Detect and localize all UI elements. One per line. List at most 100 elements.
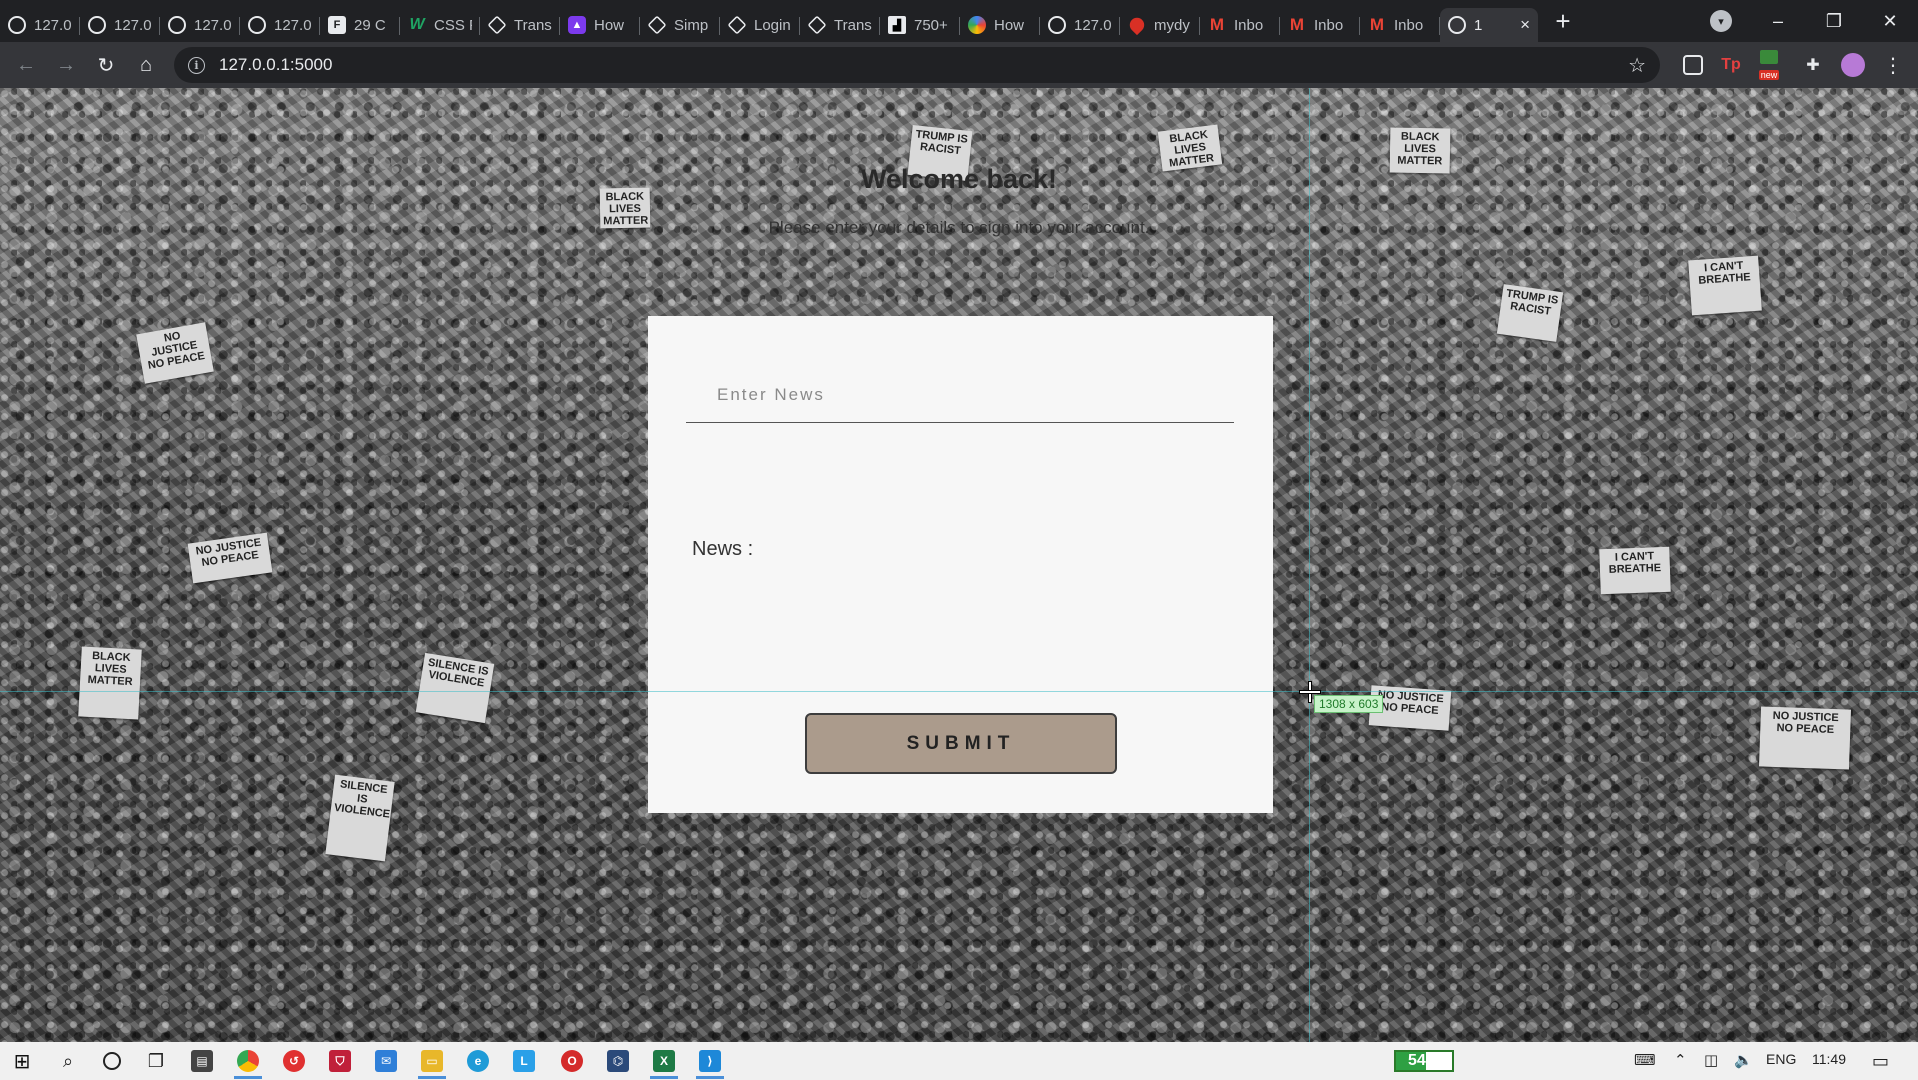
browser-tab[interactable]: Trans [480, 8, 560, 42]
devtools-guide-vertical [1309, 88, 1310, 1042]
shield-icon[interactable]: ⛉ [320, 1046, 360, 1076]
tab-label: 127.0 [194, 16, 232, 34]
devtools-size-badge: 1308 x 603 [1314, 695, 1384, 713]
protest-sign: NO JUSTICE NO PEACE [1758, 706, 1852, 770]
new-badge: new [1758, 70, 1780, 80]
tab-label: 29 C [354, 16, 386, 34]
tab-label: mydy [1154, 16, 1190, 34]
news-input[interactable] [686, 368, 1234, 423]
network-icon[interactable]: ◫ [1704, 1051, 1718, 1069]
browser-toolbar: ← → ↻ ⌂ i 127.0.0.1:5000 ☆ Tp new ✚ ⋮ [0, 42, 1918, 88]
tab-favicon-icon [88, 16, 106, 34]
devtools-guide-horizontal [0, 691, 1918, 692]
home-button[interactable]: ⌂ [126, 47, 166, 83]
mail-icon[interactable]: ✉ [366, 1046, 406, 1076]
tab-search-icon[interactable]: ▾ [1710, 10, 1732, 32]
tab-label: 1 [1474, 16, 1483, 34]
protest-sign: I CAN'T BREATHE [1688, 255, 1762, 316]
chevron-up-icon[interactable]: ⌃ [1674, 1051, 1687, 1069]
submit-button[interactable]: SUBMIT [805, 713, 1117, 774]
forward-button[interactable]: → [46, 47, 86, 83]
close-window-button[interactable]: ✕ [1862, 0, 1918, 42]
tab-favicon-icon: ▲ [568, 16, 586, 34]
tab-close-icon[interactable]: × [1520, 15, 1530, 35]
browser-tab[interactable]: How [960, 8, 1040, 42]
battery-percent: 54% [1407, 1052, 1441, 1069]
task-view-icon[interactable]: ❐ [136, 1046, 176, 1076]
extension-square-icon[interactable] [1680, 52, 1706, 78]
edge-icon[interactable]: e [458, 1046, 498, 1076]
browser-tab[interactable]: mydy [1120, 8, 1200, 42]
browser-tab[interactable]: Trans [800, 8, 880, 42]
browser-tab[interactable]: 1 × [1440, 8, 1538, 42]
tab-label: How [994, 16, 1025, 34]
file-explorer-icon[interactable]: ▭ [412, 1046, 452, 1079]
tab-favicon-icon [8, 16, 26, 34]
browser-tab[interactable]: Login [720, 8, 800, 42]
protest-sign: NO JUSTICE NO PEACE [136, 322, 214, 384]
reload-icon: ↻ [97, 54, 115, 77]
recorder-icon[interactable]: ↺ [274, 1046, 314, 1076]
browser-tab[interactable]: 127.0 [160, 8, 240, 42]
browser-tab[interactable]: ▲ How [560, 8, 640, 42]
tab-label: Login [754, 16, 791, 34]
tab-favicon-icon [168, 16, 186, 34]
tab-list: 127.0 127.0 127.0 127.0 F 29 C W CSS F Trans ▲ How… [0, 0, 1538, 42]
search-icon[interactable]: ⌕ [48, 1046, 88, 1076]
browser-tab[interactable]: M Inbo [1200, 8, 1280, 42]
terminal-icon[interactable]: ⌬ [598, 1046, 638, 1076]
battery-indicator[interactable]: 54% [1394, 1050, 1454, 1072]
arrow-left-icon: ← [16, 53, 36, 76]
bookmark-star-icon[interactable]: ☆ [1628, 53, 1646, 78]
reload-button[interactable]: ↻ [86, 47, 126, 83]
browser-tab[interactable]: ▟ 750+ [880, 8, 960, 42]
browser-tab[interactable]: M Inbo [1280, 8, 1360, 42]
tab-label: Trans [834, 16, 872, 34]
restore-button[interactable]: ❐ [1806, 0, 1862, 42]
tab-favicon-icon [807, 15, 827, 35]
tab-favicon-icon [1048, 16, 1066, 34]
language-indicator[interactable]: ENG [1766, 1051, 1796, 1067]
tab-label: Simp [674, 16, 709, 34]
browser-tab[interactable]: 127.0 [1040, 8, 1120, 42]
info-icon[interactable]: i [188, 56, 205, 74]
new-tab-button[interactable]: + [1546, 4, 1580, 38]
tab-label: How [594, 16, 625, 34]
page-background: NO JUSTICE NO PEACE TRUMP IS RACIST BLACK … [0, 88, 1918, 1042]
volume-icon[interactable]: 🔈 [1734, 1051, 1753, 1069]
back-button[interactable]: ← [6, 47, 46, 83]
chrome-icon[interactable] [228, 1046, 268, 1079]
browser-tab[interactable]: 127.0 [80, 8, 160, 42]
browser-tab[interactable]: Simp [640, 8, 720, 42]
extension-tp-icon[interactable]: Tp [1718, 52, 1744, 78]
tab-favicon-icon: F [328, 16, 346, 34]
minimize-button[interactable]: – [1750, 0, 1806, 42]
address-bar[interactable]: i 127.0.0.1:5000 ☆ [174, 47, 1660, 83]
store-icon[interactable]: ▤ [182, 1046, 222, 1076]
extension-new-icon[interactable]: new [1756, 50, 1782, 80]
news-form-card: News : SUBMIT [648, 316, 1273, 813]
cortana-icon[interactable] [92, 1046, 132, 1076]
tab-favicon-icon [647, 15, 667, 35]
menu-kebab-icon[interactable]: ⋮ [1880, 52, 1906, 78]
opera-icon[interactable]: O [552, 1046, 592, 1076]
profile-avatar[interactable] [1840, 52, 1866, 78]
excel-icon[interactable]: X [644, 1046, 684, 1079]
browser-tab[interactable]: F 29 C [320, 8, 400, 42]
page-subtitle: Please enter your details to sign into y… [768, 218, 1150, 237]
tab-favicon-icon: ▟ [888, 16, 906, 34]
l-app-icon[interactable]: L [504, 1046, 544, 1076]
extensions-puzzle-icon[interactable]: ✚ [1800, 52, 1826, 78]
browser-tab[interactable]: 127.0 [240, 8, 320, 42]
notification-icon[interactable]: ▭ [1872, 1051, 1889, 1072]
tab-label: 127.0 [1074, 16, 1112, 34]
keyboard-icon[interactable]: ⌨ [1634, 1051, 1656, 1069]
tab-label: Inbo [1314, 16, 1344, 34]
browser-tab[interactable]: 127.0 [0, 8, 80, 42]
browser-tab[interactable]: W CSS F [400, 8, 480, 42]
browser-tab[interactable]: M Inbo [1360, 8, 1440, 42]
clock[interactable]: 11:49 [1812, 1051, 1846, 1067]
windows-start-icon[interactable]: ⊞ [2, 1046, 42, 1076]
protest-sign: SILENCE IS VIOLENCE [325, 774, 395, 862]
vscode-icon[interactable]: ⟩ [690, 1046, 730, 1079]
